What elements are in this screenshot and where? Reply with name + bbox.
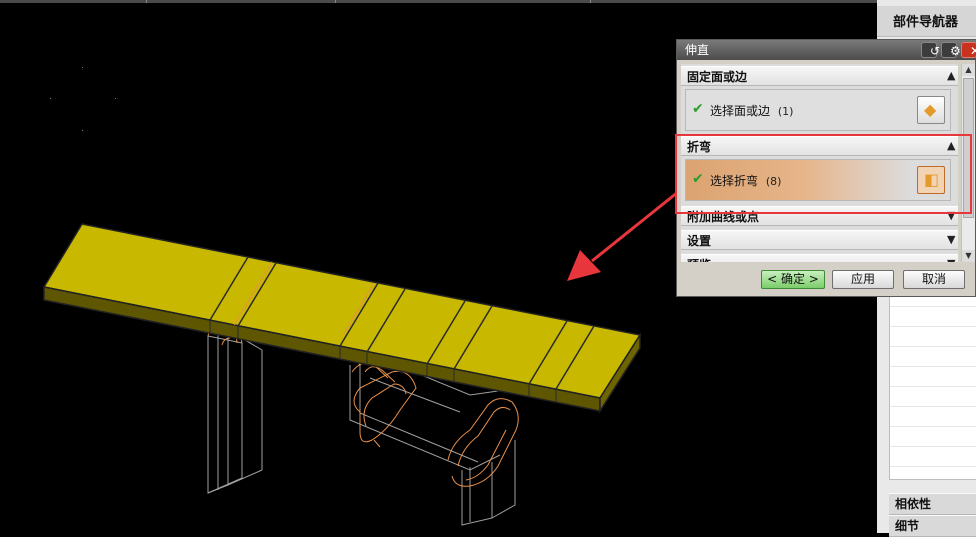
chevron-down-icon[interactable]: ▼: [941, 233, 955, 247]
section-title: 预览: [687, 258, 711, 262]
select-face-row[interactable]: ✔ 选择面或边 (1) ◆: [685, 89, 951, 131]
close-icon[interactable]: ✕: [961, 42, 976, 58]
annotation-arrow: [567, 190, 679, 281]
dialog-footer: < 确定 > 应用 取消: [677, 264, 976, 298]
scroll-down-icon[interactable]: ▼: [962, 250, 975, 262]
check-icon: ✔: [692, 101, 704, 117]
select-face-label: 选择面或边: [710, 104, 771, 118]
background-dots: [50, 67, 116, 131]
cube-select-icon: ◆: [924, 100, 937, 119]
cancel-button[interactable]: 取消: [903, 270, 965, 289]
section-preview-header[interactable]: 预览 ▼: [681, 254, 958, 262]
dialog-title: 伸直: [685, 43, 710, 57]
section-fixed-face-header[interactable]: 固定面或边 ▲: [681, 66, 958, 86]
annotation-highlight-box: [675, 134, 972, 214]
gear-icon[interactable]: ⚙: [941, 42, 961, 58]
select-face-count: (1): [777, 105, 794, 118]
navigator-title: 部件导航器: [877, 6, 976, 37]
dependencies-panel[interactable]: 相依性: [889, 493, 976, 515]
flattened-plate: [42, 223, 642, 414]
navigator-list[interactable]: [889, 286, 976, 480]
section-settings-header[interactable]: 设置 ▼: [681, 230, 958, 250]
ok-button[interactable]: < 确定 >: [761, 270, 825, 289]
reset-icon[interactable]: ↺: [921, 42, 940, 58]
select-face-button[interactable]: ◆: [917, 96, 945, 124]
apply-button[interactable]: 应用: [832, 270, 894, 289]
chevron-up-icon[interactable]: ▲: [941, 69, 955, 83]
chevron-down-icon[interactable]: ▼: [941, 257, 955, 262]
scroll-up-icon[interactable]: ▲: [962, 64, 975, 76]
section-title: 固定面或边: [687, 70, 748, 84]
details-panel[interactable]: 细节: [889, 515, 976, 537]
section-title: 设置: [687, 234, 712, 248]
dialog-title-bar[interactable]: 伸直 ↺ ⚙ ✕: [677, 40, 976, 60]
